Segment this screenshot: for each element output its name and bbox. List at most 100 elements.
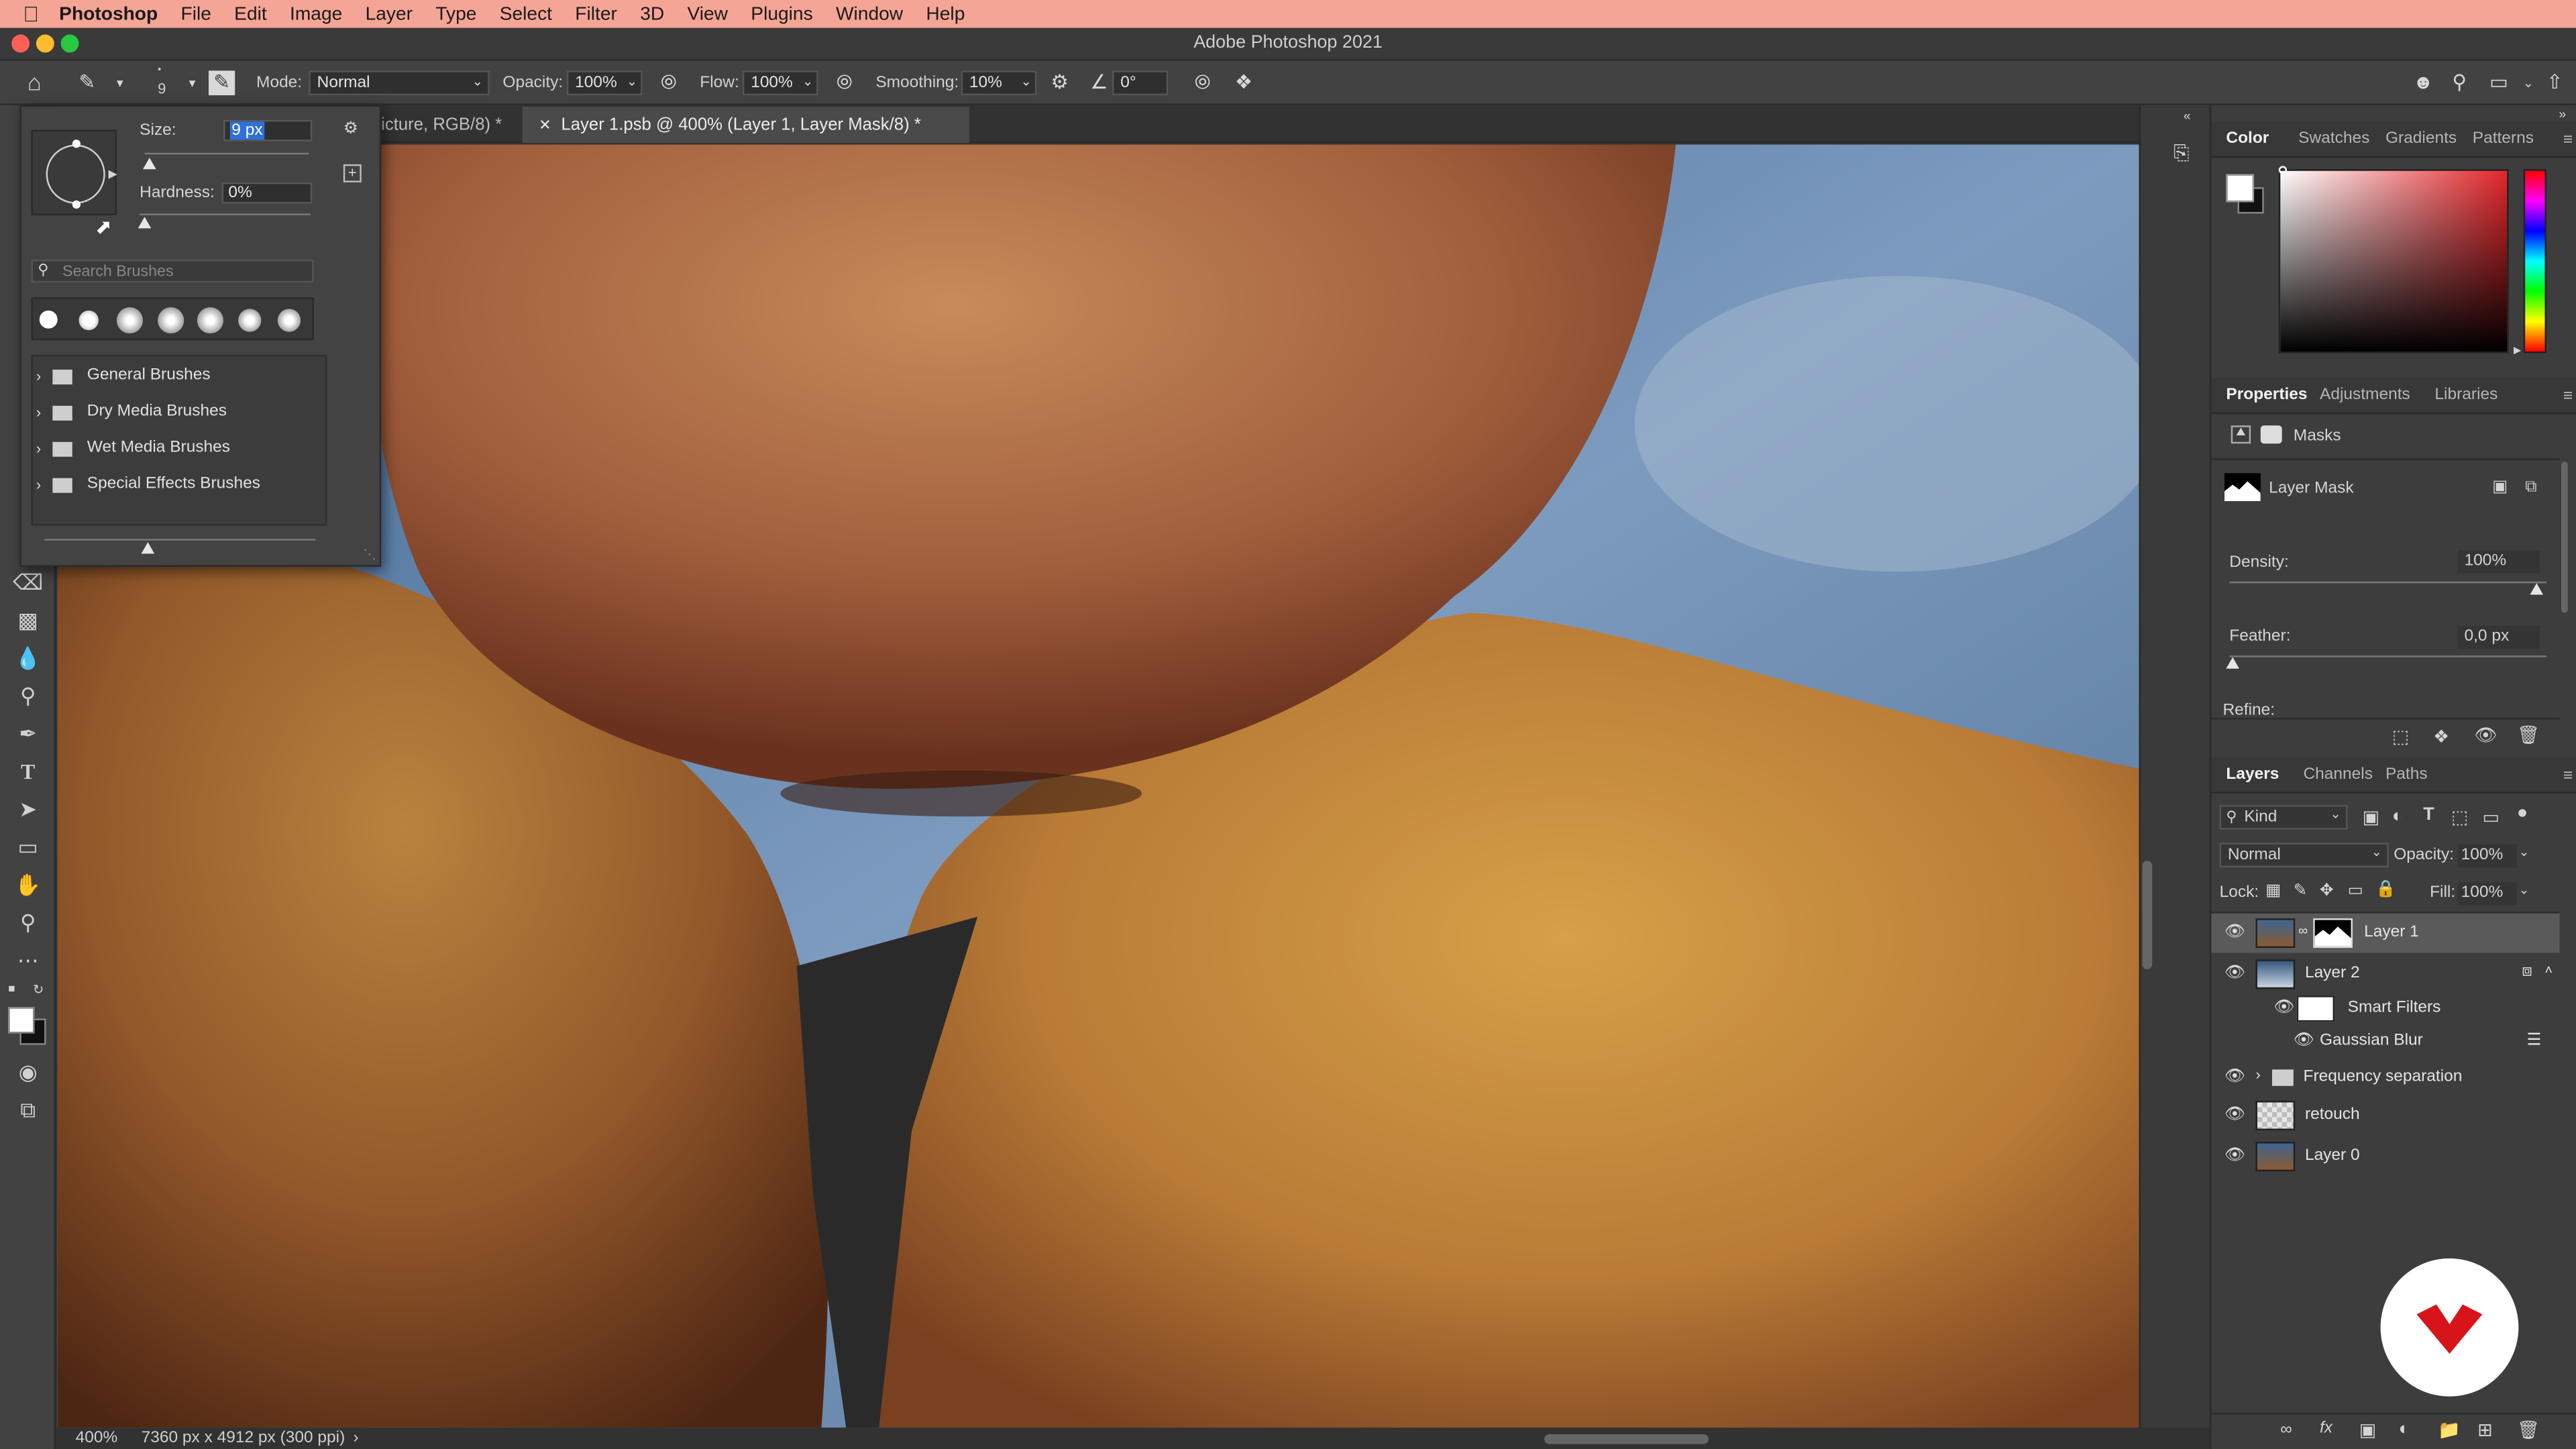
layer-style-fx-icon[interactable]: fx <box>2320 1419 2332 1438</box>
visibility-eye-icon[interactable]: 👁 <box>2273 999 2294 1018</box>
smart-filters-row[interactable]: 👁 Smart Filters <box>2211 992 2559 1025</box>
tab-gradients[interactable]: Gradients <box>2385 129 2457 148</box>
flow-field[interactable]: 100% ⌄ <box>742 70 818 96</box>
screen-mode-icon[interactable]: ⧉ <box>11 1095 44 1125</box>
smart-filter-mask-thumbnail[interactable] <box>2296 996 2335 1022</box>
new-preset-icon[interactable]: + <box>343 164 362 182</box>
path-select-tool-icon[interactable]: ➤ <box>11 795 44 824</box>
hardness-slider-thumb[interactable] <box>138 217 152 229</box>
invert-mask-icon[interactable]: ❖ <box>2433 726 2449 747</box>
panel-menu-icon[interactable]: ≡ <box>2563 388 2573 406</box>
menu-window[interactable]: Window <box>836 4 903 23</box>
brush-tool-icon[interactable]: ✎ <box>72 69 102 97</box>
chevron-right-icon[interactable]: › <box>2255 1066 2260 1082</box>
tab-libraries[interactable]: Libraries <box>2434 386 2498 405</box>
filter-toggle-icon[interactable]: ● <box>2517 804 2528 823</box>
brush-settings-panel-icon[interactable]: ✎ <box>209 70 235 96</box>
share-icon[interactable]: ⇧ <box>2540 69 2569 97</box>
smart-filter-icon[interactable]: ⧈ <box>2522 963 2532 981</box>
recent-brush-3[interactable] <box>116 307 144 334</box>
menu-type[interactable]: Type <box>435 4 476 23</box>
link-icon[interactable]: ∞ <box>2298 923 2308 938</box>
preview-size-slider-thumb[interactable] <box>141 542 155 554</box>
dodge-tool-icon[interactable]: ⚲ <box>11 682 44 711</box>
search-brushes-field[interactable]: ⚲ Search Brushes <box>31 259 314 283</box>
pen-tool-icon[interactable]: ✒ <box>11 720 44 749</box>
menu-plugins[interactable]: Plugins <box>751 4 812 23</box>
delete-layer-icon[interactable]: 🗑 <box>2517 1419 2540 1440</box>
color-field[interactable] <box>2278 169 2509 354</box>
brush-size-preview[interactable]: 9 <box>158 80 166 97</box>
apply-mask-icon[interactable]: ⧉ <box>2525 478 2536 496</box>
recent-brush-4[interactable] <box>158 307 184 334</box>
menu-file[interactable]: File <box>181 4 211 23</box>
chevron-down-icon[interactable]: ⌄ <box>2518 845 2529 859</box>
filter-type-icon[interactable]: T <box>2423 805 2434 824</box>
tab-document-2[interactable]: ✕ Layer 1.psb @ 400% (Layer 1, Layer Mask… <box>522 107 969 144</box>
feather-slider-thumb[interactable] <box>2226 657 2239 669</box>
collapse-panels-icon[interactable]: » <box>2559 107 2566 121</box>
visibility-eye-icon[interactable]: 👁 <box>2224 1106 2245 1125</box>
tab-properties[interactable]: Properties <box>2226 386 2307 405</box>
lock-artboard-icon[interactable]: ▭ <box>2348 882 2363 900</box>
home-icon[interactable]: ⌂ <box>19 69 49 97</box>
resize-grip-icon[interactable]: ⋱ <box>363 547 376 562</box>
size-slider-track[interactable] <box>144 152 309 155</box>
visibility-eye-icon[interactable]: 👁 <box>2224 1146 2245 1166</box>
brush-picker-chevron-icon[interactable]: ▾ <box>177 69 207 97</box>
menu-help[interactable]: Help <box>926 4 965 23</box>
hand-tool-icon[interactable]: ✋ <box>11 871 44 900</box>
brush-angle-handle[interactable] <box>72 140 81 148</box>
feather-slider-track[interactable] <box>2229 655 2546 657</box>
gaussian-blur-row[interactable]: 👁 Gaussian Blur ☰ <box>2211 1027 2559 1059</box>
recent-brush-7[interactable] <box>277 309 301 332</box>
mode-select[interactable]: Normal ⌄ <box>309 70 490 96</box>
load-selection-icon[interactable]: ⬚ <box>2392 726 2409 747</box>
feather-value[interactable]: 0,0 px <box>2457 626 2540 649</box>
hue-slider[interactable] <box>2523 169 2546 354</box>
recent-brush-5[interactable] <box>197 307 224 334</box>
blur-tool-icon[interactable]: 💧 <box>11 644 44 674</box>
visibility-eye-icon[interactable]: 👁 <box>2224 965 2245 984</box>
hue-slider-thumb[interactable]: ▶ <box>2514 345 2521 357</box>
recent-brush-6[interactable] <box>238 309 262 332</box>
visibility-eye-icon[interactable]: 👁 <box>2224 1068 2245 1087</box>
menu-edit[interactable]: Edit <box>234 4 267 23</box>
vector-mask-icon[interactable]: ▣ <box>2492 478 2508 496</box>
density-slider-track[interactable] <box>2229 581 2546 584</box>
tab-patterns[interactable]: Patterns <box>2473 129 2534 148</box>
panel-menu-icon[interactable]: ≡ <box>2563 131 2573 150</box>
blend-mode-select[interactable]: Normal ⌄ <box>2219 843 2389 868</box>
hardness-slider-track[interactable] <box>140 213 311 215</box>
brush-roundness-handle[interactable] <box>72 200 81 209</box>
color-picker-cursor[interactable] <box>2278 166 2288 174</box>
folder-special-effects-brushes[interactable]: › Special Effects Brushes <box>33 468 323 501</box>
apple-icon[interactable]:  <box>23 1 46 26</box>
brush-tip-preview[interactable]: ▶ <box>31 129 117 215</box>
angle-field[interactable]: 0° <box>1112 70 1169 96</box>
density-slider-thumb[interactable] <box>2530 583 2544 595</box>
filter-pixel-icon[interactable]: ▣ <box>2363 806 2379 828</box>
menu-filter[interactable]: Filter <box>575 4 617 23</box>
layer-name[interactable]: Layer 0 <box>2305 1146 2360 1165</box>
vertical-scrollbar[interactable] <box>2142 861 2153 969</box>
properties-scrollbar[interactable] <box>2561 462 2568 613</box>
layer-name[interactable]: Layer 2 <box>2305 965 2360 983</box>
brush-settings-gear-icon[interactable]: ⚙ <box>343 120 358 138</box>
recent-brush-1[interactable] <box>39 310 58 329</box>
eraser-tool-icon[interactable]: ⌫ <box>11 568 44 598</box>
layer-name[interactable]: Frequency separation <box>2303 1068 2462 1086</box>
chevron-down-icon[interactable]: ⌄ <box>2518 882 2529 897</box>
tab-layers[interactable]: Layers <box>2226 765 2279 784</box>
visibility-eye-icon[interactable]: 👁 <box>2294 1032 2314 1051</box>
add-mask-icon[interactable]: ▣ <box>2359 1419 2376 1440</box>
chevron-down-icon[interactable]: ▾ <box>105 69 135 97</box>
recent-brush-2[interactable] <box>78 310 99 331</box>
filter-smart-object-icon[interactable]: ▭ <box>2482 806 2499 828</box>
status-chevron-icon[interactable]: › <box>354 1430 359 1448</box>
color-fg-swatch[interactable] <box>2226 174 2255 203</box>
lock-pixels-icon[interactable]: ✎ <box>2294 882 2308 900</box>
airbrush-icon[interactable]: ⦾ <box>830 69 859 97</box>
symmetry-icon[interactable]: ❖ <box>1229 69 1258 97</box>
gear-icon[interactable]: ⚙ <box>1045 69 1075 97</box>
